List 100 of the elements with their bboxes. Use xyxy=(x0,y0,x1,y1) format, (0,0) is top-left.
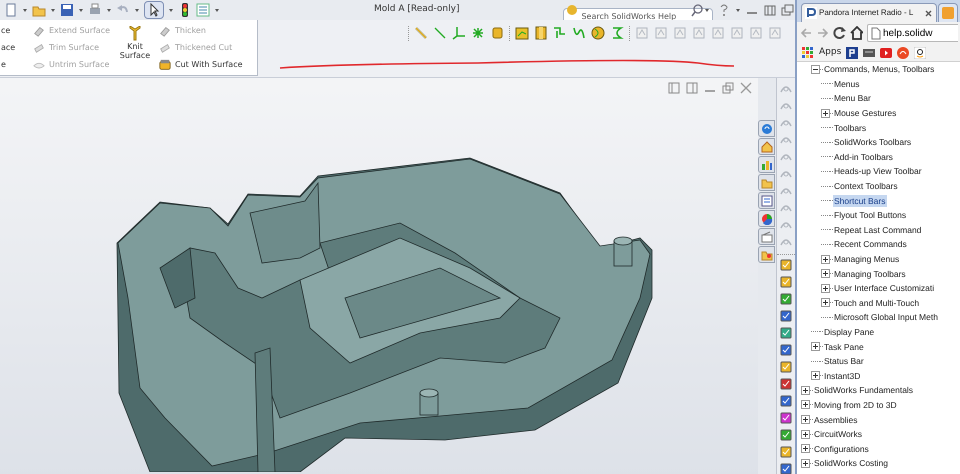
tool-icon[interactable] xyxy=(779,445,793,459)
task-pane-tab[interactable] xyxy=(758,192,775,209)
task-pane-tab[interactable] xyxy=(758,138,775,155)
ribbon-command[interactable]: ace xyxy=(1,41,15,54)
reload-icon[interactable] xyxy=(833,26,846,40)
browser-tab[interactable]: Pandora Internet Radio - L xyxy=(801,3,937,22)
restore-icon[interactable] xyxy=(763,3,778,17)
ribbon-command[interactable]: e xyxy=(1,58,15,71)
tool-icon[interactable] xyxy=(779,462,793,474)
tree-item[interactable]: Configurations xyxy=(813,442,870,455)
expand-icon[interactable] xyxy=(801,415,810,424)
expand-icon[interactable] xyxy=(801,444,810,454)
tree-item[interactable]: Instant3D xyxy=(823,370,862,382)
tree-item[interactable]: Context Toolbars xyxy=(833,180,899,192)
block-icon[interactable] xyxy=(515,26,529,40)
site-logo-icon[interactable] xyxy=(805,7,817,19)
search-field[interactable]: Search SolidWorks Help xyxy=(563,8,714,20)
tree-item[interactable]: Display Pane xyxy=(823,326,876,338)
task-pane-tab[interactable] xyxy=(758,228,775,245)
line-icon[interactable] xyxy=(433,26,447,40)
caret-icon[interactable] xyxy=(50,6,56,14)
page-icon[interactable] xyxy=(870,26,881,40)
address-bar[interactable]: help.solidw xyxy=(867,24,958,42)
search-icon[interactable] xyxy=(691,4,704,16)
expand-icon[interactable] xyxy=(801,400,810,410)
tree-item[interactable]: Touch and Multi-Touch xyxy=(833,296,920,309)
caret-icon[interactable] xyxy=(78,6,84,14)
task-pane-tab[interactable] xyxy=(758,246,775,263)
tree-item[interactable]: SolidWorks Fundamentals xyxy=(813,384,914,396)
tree-item[interactable]: CircuitWorks xyxy=(813,428,864,440)
tree-item[interactable]: Microsoft Global Input Meth xyxy=(833,311,939,324)
bookmark-icon[interactable] xyxy=(863,46,876,58)
collapse-icon[interactable] xyxy=(811,64,820,74)
expand-icon[interactable] xyxy=(821,284,830,293)
tree-item[interactable]: Mouse Gestures xyxy=(833,107,898,120)
close-icon[interactable] xyxy=(924,8,933,18)
expand-icon[interactable] xyxy=(821,254,830,264)
tool-icon[interactable] xyxy=(779,326,793,340)
axis-icon[interactable] xyxy=(452,26,466,40)
expand-icon[interactable] xyxy=(801,386,810,395)
expand-icon[interactable] xyxy=(821,269,830,278)
tool-icon[interactable] xyxy=(779,360,793,374)
task-pane-tab[interactable] xyxy=(758,156,775,173)
tool-icon[interactable] xyxy=(779,394,793,408)
restore-icon[interactable] xyxy=(722,82,734,94)
split-view-icon[interactable] xyxy=(668,82,680,94)
task-pane-tab[interactable] xyxy=(758,210,775,227)
tree-item[interactable]: Repeat Last Command xyxy=(833,224,922,236)
tree-item[interactable]: Moving from 2D to 3D xyxy=(813,398,898,411)
printer-icon[interactable] xyxy=(88,3,102,17)
tool-icon[interactable] xyxy=(779,275,793,289)
caret-icon[interactable] xyxy=(214,6,220,14)
tool-icon[interactable] xyxy=(779,309,793,323)
bookmark-icon[interactable] xyxy=(846,46,858,58)
expand-icon[interactable] xyxy=(801,430,810,439)
ribbon-large-button[interactable]: Knit Surface xyxy=(119,24,151,60)
tree-item[interactable]: Commands, Menus, Toolbars xyxy=(823,63,936,76)
expand-icon[interactable] xyxy=(801,458,810,468)
tree-item[interactable]: Toolbars xyxy=(833,122,868,134)
tree-item[interactable]: Status Bar xyxy=(823,355,865,368)
expand-icon[interactable] xyxy=(821,298,830,308)
caret-icon[interactable] xyxy=(106,6,112,14)
ribbon-command[interactable]: ce xyxy=(1,24,15,37)
windows-icon[interactable] xyxy=(781,3,795,17)
tool-icon[interactable] xyxy=(779,377,793,391)
curve-icon[interactable] xyxy=(572,26,586,40)
split-view-icon[interactable] xyxy=(686,82,698,94)
caret-icon[interactable] xyxy=(735,6,742,14)
expand-icon[interactable] xyxy=(811,342,820,352)
document-icon[interactable] xyxy=(4,3,18,17)
ribbon-command[interactable]: Cut With Surface xyxy=(159,58,251,71)
tree-item[interactable]: Heads-up View Toolbar xyxy=(833,165,923,178)
tree-item[interactable]: Add-in Toolbars xyxy=(833,150,894,163)
tree-item[interactable]: Recent Commands xyxy=(833,238,908,250)
tree-item[interactable]: Flyout Tool Buttons xyxy=(833,209,908,222)
video-play-icon[interactable] xyxy=(880,46,892,58)
tree-item[interactable]: Managing Menus xyxy=(833,253,900,266)
tool-icon[interactable] xyxy=(779,428,793,442)
bookmark-icon[interactable] xyxy=(914,46,926,58)
tree-item[interactable]: SolidWorks Toolbars xyxy=(833,136,912,148)
task-pane-tab[interactable] xyxy=(758,120,775,137)
caret-icon[interactable] xyxy=(22,6,28,14)
expand-icon[interactable] xyxy=(821,108,830,118)
caret-icon[interactable] xyxy=(168,6,174,14)
tree-item[interactable]: Menus xyxy=(833,78,861,90)
expand-icon[interactable] xyxy=(811,371,820,380)
tree-item[interactable]: Menu Bar xyxy=(833,92,872,104)
select-button[interactable] xyxy=(144,1,164,19)
tool-icon[interactable] xyxy=(779,343,793,357)
home-icon[interactable] xyxy=(850,26,863,40)
tool-icon[interactable] xyxy=(779,258,793,272)
list-icon[interactable] xyxy=(196,3,210,17)
caret-icon[interactable] xyxy=(134,6,140,14)
tree-item[interactable]: Shortcut Bars xyxy=(833,194,886,207)
tree-item[interactable]: SolidWorks Costing xyxy=(813,457,890,470)
save-icon[interactable] xyxy=(60,3,74,17)
caret-icon[interactable] xyxy=(704,6,710,14)
tool-icon[interactable] xyxy=(779,411,793,425)
tree-item[interactable]: Managing Toolbars xyxy=(833,268,907,280)
apps-grid-icon[interactable] xyxy=(801,46,814,59)
